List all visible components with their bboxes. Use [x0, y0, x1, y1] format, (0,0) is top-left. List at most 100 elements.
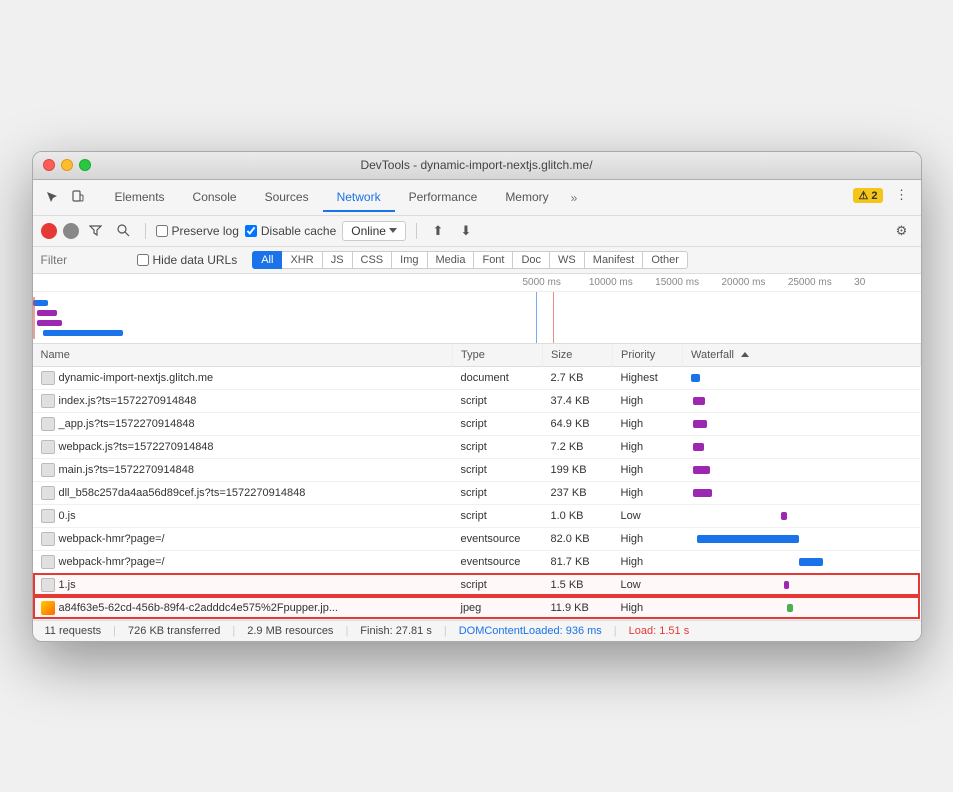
file-icon	[41, 532, 55, 546]
ruler-2: 15000 ms	[655, 277, 721, 288]
table-row[interactable]: 1.jsscript1.5 KBLow	[33, 573, 921, 596]
table-row[interactable]: main.js?ts=1572270914848script199 KBHigh	[33, 458, 921, 481]
row-name: 0.js	[59, 509, 76, 521]
filter-media[interactable]: Media	[427, 251, 475, 269]
tab-elements[interactable]: Elements	[101, 184, 179, 212]
tab-sources[interactable]: Sources	[251, 184, 323, 212]
nav-tabs: Elements Console Sources Network Perform…	[101, 184, 850, 211]
filter-ws[interactable]: WS	[549, 251, 585, 269]
header-size[interactable]: Size	[543, 344, 613, 367]
row-priority: High	[613, 435, 683, 458]
table-body: dynamic-import-nextjs.glitch.medocument2…	[33, 366, 921, 619]
header-name[interactable]: Name	[33, 344, 453, 367]
cursor-icon[interactable]	[41, 186, 63, 208]
table-row[interactable]: _app.js?ts=1572270914848script64.9 KBHig…	[33, 412, 921, 435]
record-button[interactable]	[41, 223, 57, 239]
maximize-button[interactable]	[79, 159, 91, 171]
window-title: DevTools - dynamic-import-nextjs.glitch.…	[360, 158, 592, 172]
row-priority: Low	[613, 504, 683, 527]
dom-content-loaded-text: DOMContentLoaded: 936 ms	[459, 625, 602, 637]
separator-2	[416, 223, 417, 239]
tab-network[interactable]: Network	[323, 184, 395, 212]
table-row[interactable]: dynamic-import-nextjs.glitch.medocument2…	[33, 366, 921, 389]
waterfall-bar	[693, 397, 705, 405]
tab-console[interactable]: Console	[179, 184, 251, 212]
export-icon[interactable]: ⬇	[455, 220, 477, 242]
tab-memory[interactable]: Memory	[491, 184, 562, 212]
row-waterfall	[683, 527, 921, 550]
devtools-top-toolbar: Elements Console Sources Network Perform…	[33, 180, 921, 216]
header-priority[interactable]: Priority	[613, 344, 683, 367]
row-priority: High	[613, 412, 683, 435]
filter-css[interactable]: CSS	[352, 251, 393, 269]
waterfall-bar	[693, 489, 712, 497]
throttle-dropdown[interactable]: Online	[342, 221, 406, 241]
settings-icon[interactable]: ⚙	[891, 220, 913, 242]
row-name: dynamic-import-nextjs.glitch.me	[59, 371, 214, 383]
stop-button[interactable]	[63, 223, 79, 239]
import-icon[interactable]: ⬆	[427, 220, 449, 242]
row-type: script	[453, 412, 543, 435]
row-size: 199 KB	[543, 458, 613, 481]
filter-font[interactable]: Font	[473, 251, 513, 269]
filter-input[interactable]	[41, 253, 121, 267]
preserve-log-input[interactable]	[156, 225, 168, 237]
device-toggle-icon[interactable]	[67, 186, 89, 208]
row-type: script	[453, 458, 543, 481]
table-row[interactable]: a84f63e5-62cd-456b-89f4-c2adddc4e575%2Fp…	[33, 596, 921, 619]
file-icon	[41, 509, 55, 523]
resources-size: 2.9 MB resources	[247, 625, 333, 637]
row-size: 82.0 KB	[543, 527, 613, 550]
timeline-red-bar	[33, 297, 35, 339]
filter-doc[interactable]: Doc	[512, 251, 550, 269]
alert-badge[interactable]: ⚠ 2	[853, 188, 882, 203]
filter-icon[interactable]	[85, 220, 107, 242]
table-row[interactable]: webpack-hmr?page=/eventsource81.7 KBHigh	[33, 550, 921, 573]
filter-manifest[interactable]: Manifest	[584, 251, 644, 269]
close-button[interactable]	[43, 159, 55, 171]
preserve-log-checkbox[interactable]: Preserve log	[156, 224, 239, 238]
table-row[interactable]: dll_b58c257da4aa56d89cef.js?ts=157227091…	[33, 481, 921, 504]
row-name: index.js?ts=1572270914848	[59, 394, 197, 406]
waterfall-bar	[781, 512, 787, 520]
row-waterfall	[683, 389, 921, 412]
table-row[interactable]: 0.jsscript1.0 KBLow	[33, 504, 921, 527]
table-row[interactable]: index.js?ts=1572270914848script37.4 KBHi…	[33, 389, 921, 412]
disable-cache-checkbox[interactable]: Disable cache	[245, 224, 336, 238]
header-type[interactable]: Type	[453, 344, 543, 367]
hide-data-urls-checkbox[interactable]: Hide data URLs	[137, 253, 238, 267]
table-row[interactable]: webpack.js?ts=1572270914848script7.2 KBH…	[33, 435, 921, 458]
filter-all[interactable]: All	[252, 251, 282, 269]
network-table[interactable]: Name Type Size Priority Waterfall dynami…	[33, 344, 921, 620]
row-type: script	[453, 435, 543, 458]
file-icon-image	[41, 601, 55, 615]
timeline-bar: 5000 ms 10000 ms 15000 ms 20000 ms 25000…	[33, 274, 921, 344]
table-row[interactable]: webpack-hmr?page=/eventsource82.0 KBHigh	[33, 527, 921, 550]
row-priority: High	[613, 481, 683, 504]
minimize-button[interactable]	[61, 159, 73, 171]
filter-img[interactable]: Img	[391, 251, 427, 269]
filter-js[interactable]: JS	[322, 251, 353, 269]
row-name: webpack-hmr?page=/	[59, 532, 165, 544]
alerts-area: ⚠ 2 ⋮	[853, 184, 912, 210]
row-waterfall	[683, 458, 921, 481]
file-icon	[41, 555, 55, 569]
row-name: a84f63e5-62cd-456b-89f4-c2adddc4e575%2Fp…	[59, 601, 339, 613]
filter-xhr[interactable]: XHR	[281, 251, 322, 269]
more-tabs-button[interactable]: »	[563, 185, 586, 211]
row-waterfall	[683, 596, 921, 619]
hide-data-urls-input[interactable]	[137, 254, 149, 266]
tab-performance[interactable]: Performance	[395, 184, 492, 212]
header-waterfall[interactable]: Waterfall	[683, 344, 921, 367]
separator-1	[145, 223, 146, 239]
search-icon[interactable]	[113, 220, 135, 242]
filter-other[interactable]: Other	[642, 251, 688, 269]
row-waterfall	[683, 481, 921, 504]
ruler-0: 5000 ms	[523, 277, 589, 288]
disable-cache-input[interactable]	[245, 225, 257, 237]
row-priority: High	[613, 596, 683, 619]
load-line	[553, 292, 554, 344]
more-options-icon[interactable]: ⋮	[891, 184, 913, 206]
row-priority: High	[613, 550, 683, 573]
timeline-bar-eventsource	[43, 330, 123, 336]
